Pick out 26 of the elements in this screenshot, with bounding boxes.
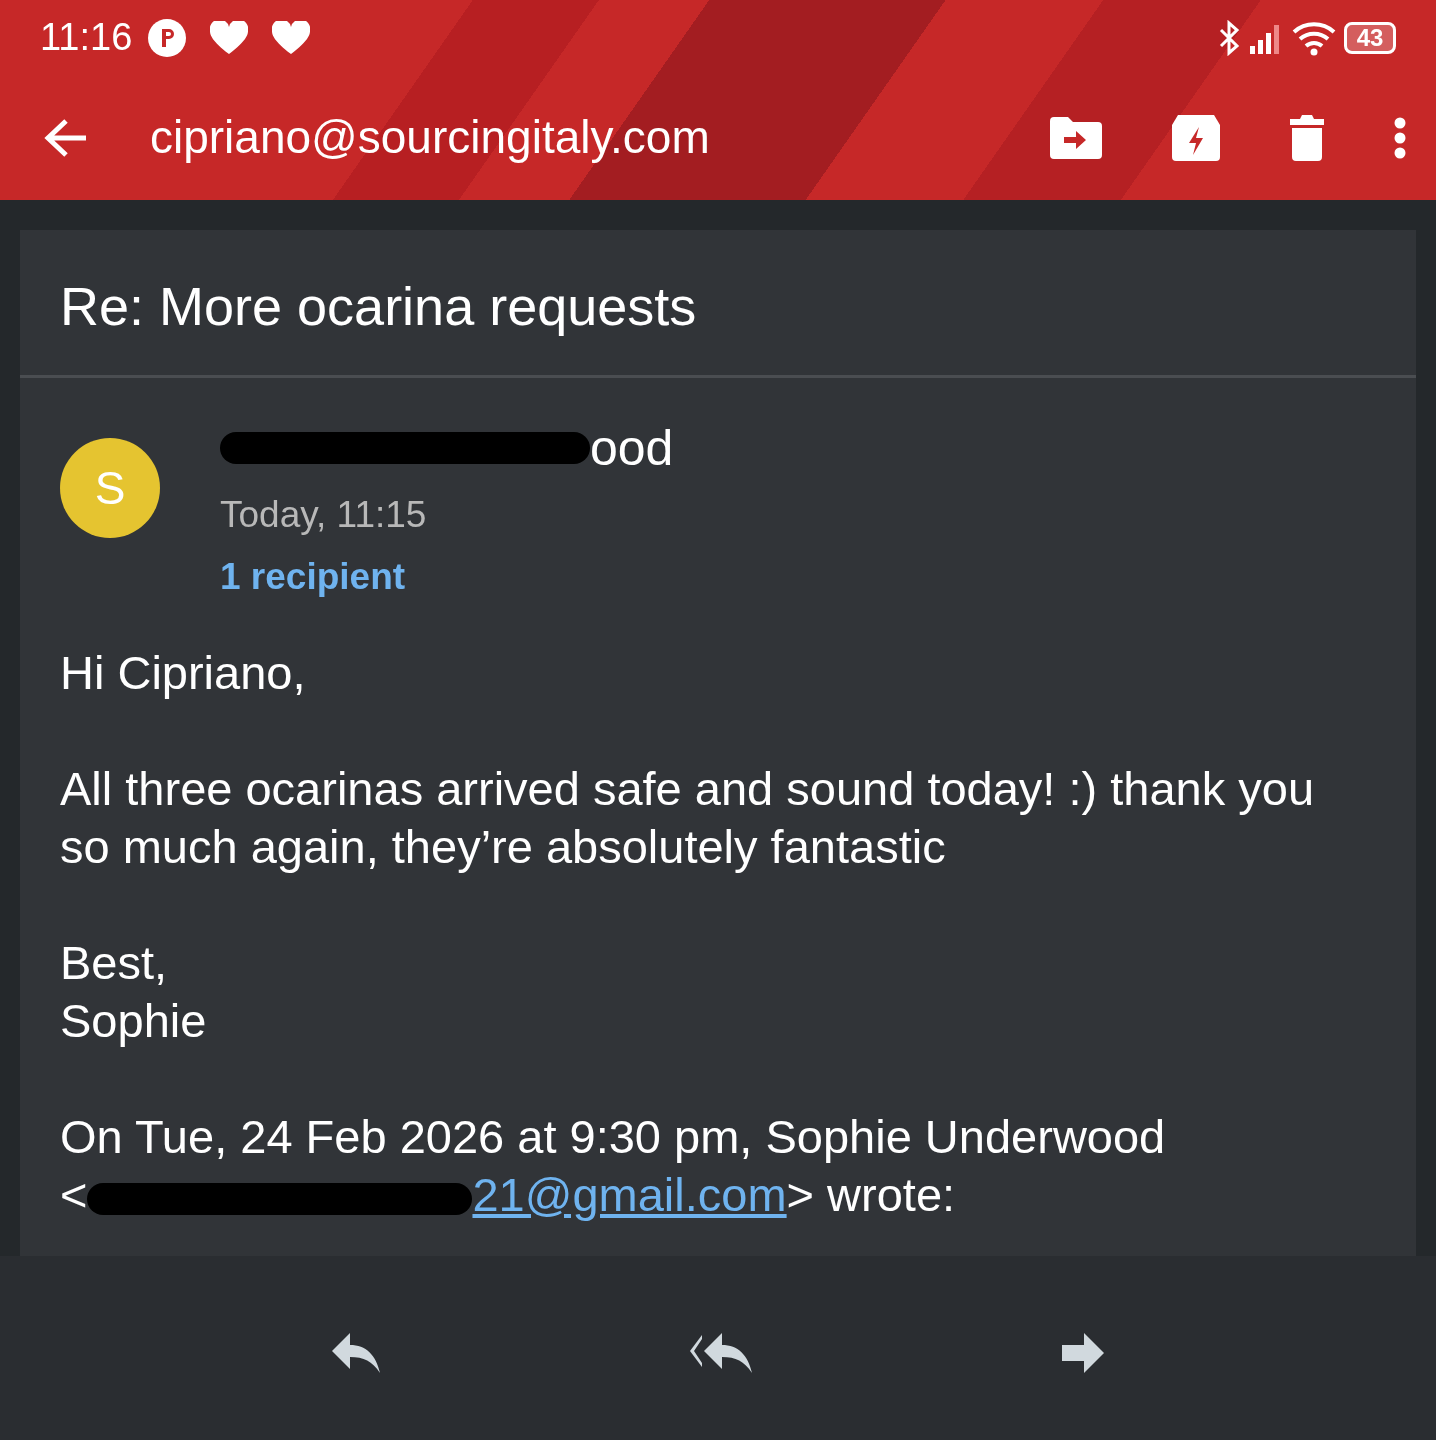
message-date: Today, 11:15 [220,493,428,537]
body-paragraph: Best, Sophie [60,935,208,1049]
body-paragraph: Hi Cipriano, [60,645,307,701]
reply-icon[interactable] [332,1333,380,1373]
wifi-icon [1292,19,1336,56]
quote-header: On Tue, 24 Feb 2026 at 9:30 pm, Sophie Underwood < 21@gmail.com> wrote: [60,1109,1167,1223]
back-arrow-icon[interactable] [44,117,88,158]
more-options-icon[interactable] [1394,116,1406,159]
bluetooth-icon [1218,19,1242,56]
sender-avatar: S [60,438,160,538]
lightning-box-icon[interactable] [1172,114,1220,161]
email-link[interactable]: 21@gmail.com [472,1168,787,1221]
heart-icon [210,20,249,55]
recipients-link[interactable]: 1 recipient [220,548,674,604]
move-to-folder-icon[interactable] [1050,116,1102,159]
sender-name: ood [590,423,674,473]
trash-icon[interactable] [1290,114,1324,161]
heart-icon [272,20,311,55]
body-paragraph: All three ocarinas arrived safe and sound today! :) thank you so much again, they’re absolutely fantastic [60,761,1316,875]
toolbar-title: cipriano@sourcingitaly.com [150,110,710,165]
status-time: 11:16 [40,15,133,60]
battery-indicator: 43 [1344,21,1396,54]
email-subject: Re: More ocarina requests [20,230,1416,378]
reply-all-icon[interactable] [690,1333,752,1373]
parking-icon [148,18,187,57]
forward-arrow-icon[interactable] [1062,1333,1104,1373]
